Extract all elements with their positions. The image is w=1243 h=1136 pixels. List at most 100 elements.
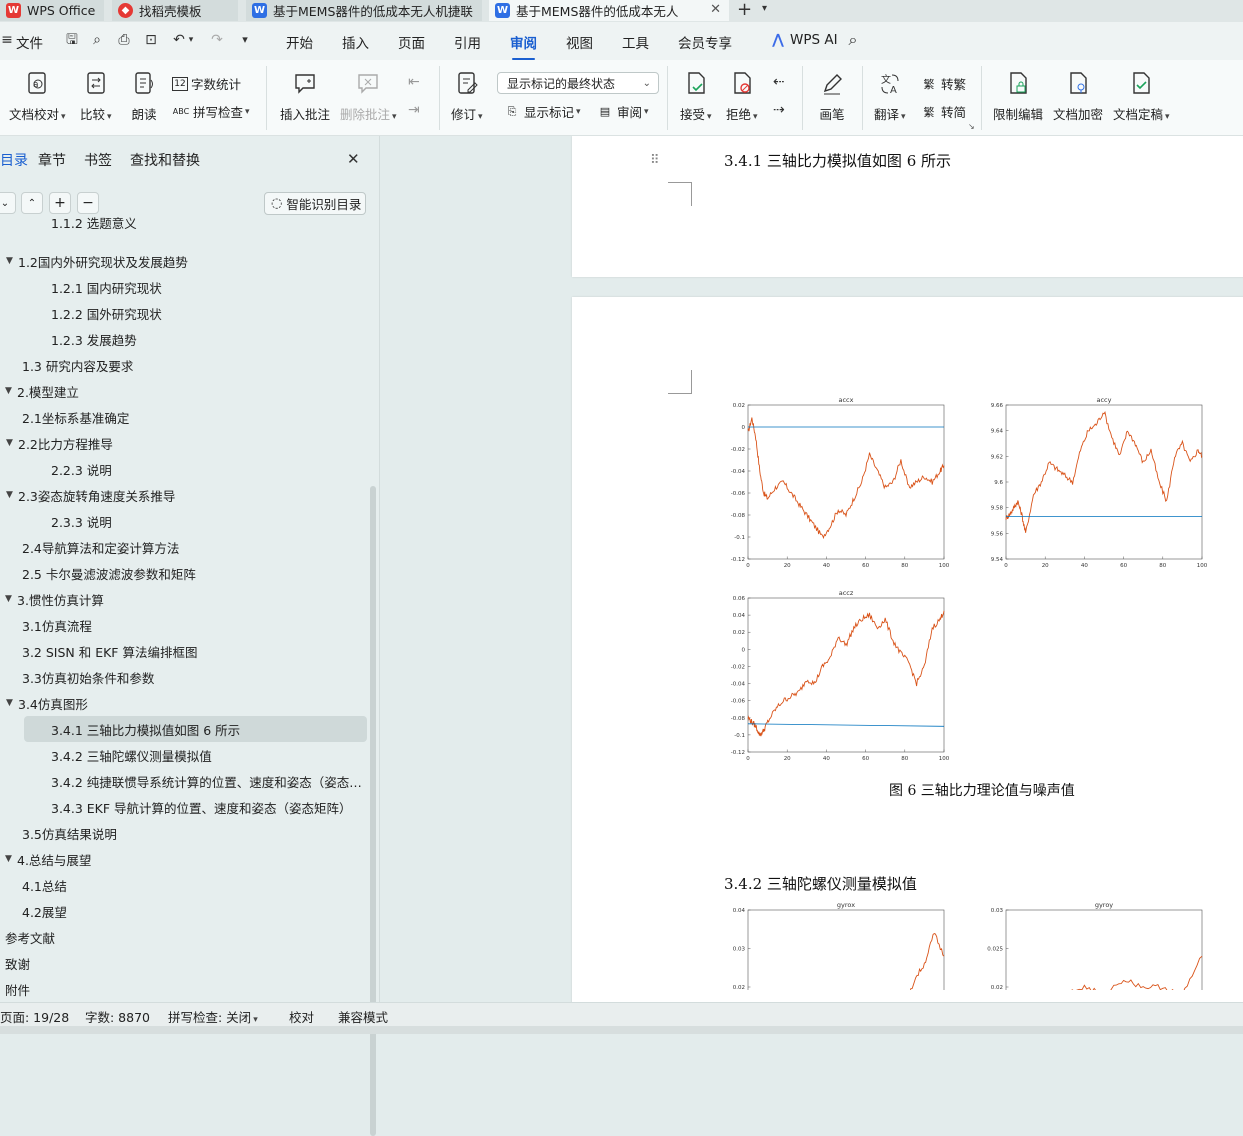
menu-tools[interactable]: 工具	[622, 32, 649, 52]
restrict-edit-button[interactable]: 限制编辑	[993, 70, 1043, 123]
toc-item[interactable]: 4.1总结	[0, 872, 368, 898]
toc-item[interactable]: 3.4.3 EKF 导航计算的位置、速度和姿态（姿态矩阵）	[0, 794, 368, 820]
expand-arrow-icon[interactable]: ▼	[6, 490, 18, 500]
tab-bookmarks[interactable]: 书签	[84, 150, 112, 170]
remove-heading-button[interactable]: −	[77, 192, 99, 214]
toc-item[interactable]: 致谢	[0, 950, 368, 976]
format-painter-icon[interactable]: ⌕	[88, 31, 106, 49]
accept-button[interactable]: 接受	[680, 70, 712, 123]
print-preview-icon[interactable]: ⊡	[142, 31, 160, 49]
word-count-status[interactable]: 字数: 8870	[85, 1007, 150, 1026]
read-aloud-button[interactable]: 朗读	[130, 70, 158, 123]
to-simplified-button[interactable]: 繁 转简	[920, 102, 967, 121]
review-pane-button[interactable]: ▤ 审阅	[596, 102, 649, 121]
proofread-status[interactable]: 校对	[289, 1007, 314, 1026]
add-heading-button[interactable]: +	[49, 192, 71, 214]
drag-handle-icon[interactable]: ⠿	[650, 153, 661, 168]
chevron-down-icon[interactable]: ▾	[186, 31, 196, 49]
toc-item[interactable]: 1.2.3 发展趋势	[0, 326, 368, 352]
toc-item[interactable]: ▼ 2.模型建立	[0, 378, 368, 404]
spell-check-button[interactable]: ABC 拼写检查	[172, 102, 250, 121]
expand-arrow-icon[interactable]: ▼	[5, 854, 17, 864]
translate-button[interactable]: 文A 翻译	[874, 70, 906, 123]
menu-file[interactable]: 文件	[16, 32, 43, 52]
toc-item[interactable]: 1.2.2 国外研究现状	[0, 300, 368, 326]
toc-item[interactable]: 2.5 卡尔曼滤波滤波参数和矩阵	[0, 560, 368, 586]
hamburger-icon[interactable]: ≡	[0, 31, 14, 49]
toc-item[interactable]: 3.4.2 三轴陀螺仪测量模拟值	[0, 742, 368, 768]
smart-toc-button[interactable]: ◌ 智能识别目录	[264, 192, 366, 215]
menu-wps-ai[interactable]: WPS AI	[790, 32, 838, 48]
close-icon[interactable]: ✕	[347, 150, 360, 168]
sidebar-scrollbar[interactable]	[370, 486, 376, 1136]
menu-home[interactable]: 开始	[286, 32, 313, 52]
next-comment-icon[interactable]: ⇥	[408, 102, 420, 118]
toc-item[interactable]: 3.5仿真结果说明	[0, 820, 368, 846]
previous-change-icon[interactable]: ⇠	[773, 74, 785, 90]
menu-page[interactable]: 页面	[398, 32, 425, 52]
next-change-icon[interactable]: ⇢	[773, 102, 785, 118]
expand-corner-icon[interactable]: ↘	[968, 122, 975, 131]
chevron-down-icon[interactable]: ▾	[236, 31, 254, 49]
print-icon[interactable]: ⎙	[115, 31, 133, 49]
toc-item[interactable]: 1.2.1 国内研究现状	[0, 274, 368, 300]
show-markup-button[interactable]: ⎘ 显示标记	[503, 102, 581, 121]
insert-comment-button[interactable]: 插入批注	[280, 70, 330, 123]
toc-item[interactable]: 2.2.3 说明	[0, 456, 368, 482]
chevron-down-icon[interactable]: ▾	[762, 3, 767, 14]
previous-comment-icon[interactable]: ⇤	[408, 74, 420, 90]
expand-arrow-icon[interactable]: ▼	[6, 256, 18, 266]
toc-item[interactable]: ▼ 3.4仿真图形	[0, 690, 368, 716]
expand-arrow-icon[interactable]: ▼	[6, 698, 18, 708]
tab-docer[interactable]: ◆ 找稻壳模板	[112, 0, 238, 21]
menu-reference[interactable]: 引用	[454, 32, 481, 52]
proofread-button[interactable]: a 文档校对	[9, 70, 66, 123]
toc-item[interactable]: 2.3.3 说明	[0, 508, 368, 534]
collapse-all-button[interactable]: ⌄	[0, 192, 16, 214]
finalize-button[interactable]: 文档定稿	[1113, 70, 1170, 123]
tab-doc-2[interactable]: W 基于MEMS器件的低成本无人 ✕	[489, 0, 729, 21]
toc-item[interactable]: 3.4.1 三轴比力模拟值如图 6 所示	[24, 716, 367, 742]
track-changes-button[interactable]: 修订	[451, 70, 483, 123]
reject-button[interactable]: 拒绝	[726, 70, 758, 123]
expand-arrow-icon[interactable]: ▼	[5, 594, 17, 604]
toc-item[interactable]: ▼ 1.2国内外研究现状及发展趋势	[0, 248, 368, 274]
toc-item[interactable]: 4.2展望	[0, 898, 368, 924]
toc-item[interactable]: 3.2 SISN 和 EKF 算法编排框图	[0, 638, 368, 664]
word-count-button[interactable]: 12 字数统计	[172, 74, 241, 93]
tab-doc-1[interactable]: W 基于MEMS器件的低成本无人机捷联	[246, 0, 482, 21]
promote-button[interactable]: ⌃	[21, 192, 43, 214]
search-icon[interactable]: ⌕	[844, 31, 862, 49]
toc-item[interactable]: 2.4导航算法和定姿计算方法	[0, 534, 368, 560]
expand-arrow-icon[interactable]: ▼	[6, 438, 18, 448]
tab-wps-office[interactable]: W WPS Office	[0, 0, 104, 21]
markup-state-select[interactable]: 显示标记的最终状态 ⌄	[497, 72, 659, 94]
menu-view[interactable]: 视图	[566, 32, 593, 52]
toc-item[interactable]: ▼ 4.总结与展望	[0, 846, 368, 872]
to-traditional-button[interactable]: 繁 转繁	[920, 74, 967, 93]
save-icon[interactable]: 🖫	[63, 31, 81, 49]
delete-comment-button[interactable]: 删除批注	[340, 70, 397, 123]
toc-item[interactable]: ▼ 2.3姿态旋转角速度关系推导	[0, 482, 368, 508]
encrypt-button[interactable]: 文档加密	[1053, 70, 1103, 123]
toc-item[interactable]: 1.3 研究内容及要求	[0, 352, 368, 378]
menu-review[interactable]: 审阅	[510, 32, 537, 60]
toc-item[interactable]: 2.1坐标系基准确定	[0, 404, 368, 430]
tab-toc[interactable]: 目录	[0, 150, 28, 170]
page-indicator[interactable]: 页面: 19/28	[0, 1007, 69, 1026]
toc-item[interactable]: 参考文献	[0, 924, 368, 950]
pen-button[interactable]: 画笔	[818, 70, 846, 123]
compare-button[interactable]: 比较	[80, 70, 112, 123]
toc-item[interactable]: 3.1仿真流程	[0, 612, 368, 638]
toc-item[interactable]: ▼ 2.2比力方程推导	[0, 430, 368, 456]
spell-check-status[interactable]: 拼写检查: 关闭	[168, 1007, 258, 1026]
toc-item[interactable]: 3.3仿真初始条件和参数	[0, 664, 368, 690]
toc-item[interactable]: 3.4.2 纯捷联惯导系统计算的位置、速度和姿态（姿态…	[0, 768, 368, 794]
redo-icon[interactable]: ↷	[208, 31, 226, 49]
tab-chapters[interactable]: 章节	[38, 150, 66, 170]
close-icon[interactable]: ✕	[710, 2, 721, 17]
new-tab-icon[interactable]: +	[737, 0, 752, 20]
toc-item[interactable]: 1.1.2 选题意义	[0, 214, 368, 231]
expand-arrow-icon[interactable]: ▼	[5, 386, 17, 396]
tab-find-replace[interactable]: 查找和替换	[130, 150, 200, 170]
